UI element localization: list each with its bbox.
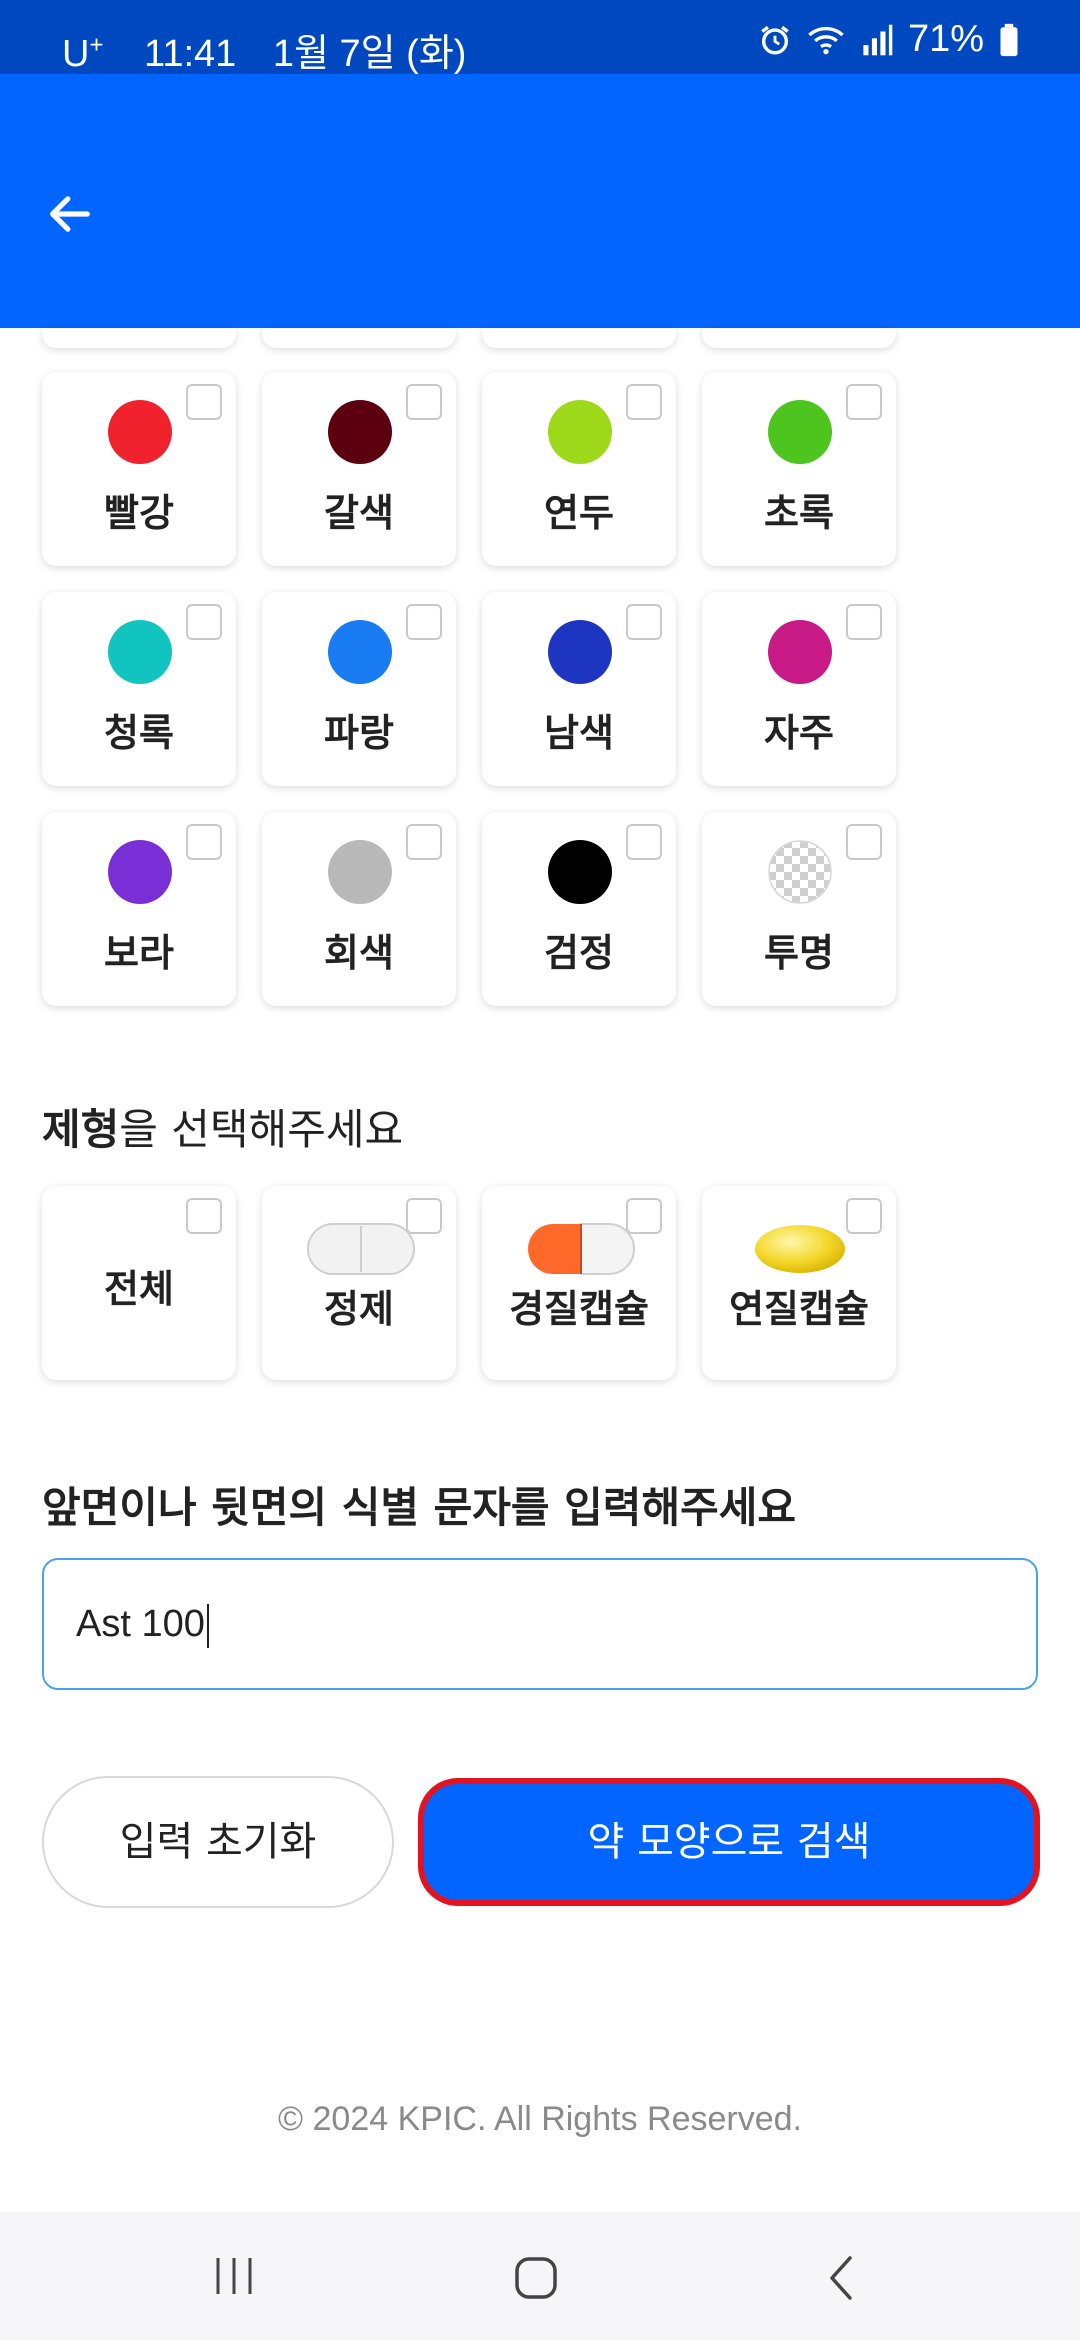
shape-label: 전체	[104, 1267, 174, 1311]
color-card-yellow-green[interactable]: 연두	[482, 372, 676, 566]
color-swatch	[548, 400, 612, 464]
color-card-black[interactable]: 검정	[482, 812, 676, 1006]
shape-label: 연질캡슐	[729, 1287, 869, 1331]
battery-icon	[1000, 23, 1018, 56]
color-card-partial[interactable]	[702, 328, 896, 348]
color-label: 초록	[764, 491, 834, 535]
color-swatch	[768, 400, 832, 464]
shape-card-all[interactable]: 전체	[42, 1186, 236, 1380]
status-time: 11:41	[144, 33, 237, 75]
color-card-red[interactable]: 빨강	[42, 372, 236, 566]
checkbox[interactable]	[846, 1198, 882, 1234]
checkbox[interactable]	[406, 604, 442, 640]
color-card-purple[interactable]: 보라	[42, 812, 236, 1006]
shape-card-soft-capsule[interactable]: 연질캡슐	[702, 1186, 896, 1380]
status-bar: U+ 11:41 1월 7일 (화) 71%	[0, 0, 1080, 77]
checkbox[interactable]	[186, 1198, 222, 1234]
shape-label: 경질캡슐	[509, 1287, 649, 1331]
mark-input[interactable]: Ast 100	[42, 1558, 1038, 1690]
color-swatch	[108, 840, 172, 904]
checkbox[interactable]	[846, 604, 882, 640]
color-label: 파랑	[324, 711, 394, 755]
color-swatch	[328, 620, 392, 684]
color-label: 회색	[324, 931, 394, 975]
alarm-icon	[761, 25, 789, 54]
checkbox[interactable]	[846, 824, 882, 860]
color-label: 청록	[104, 711, 174, 755]
tablet-icon	[307, 1223, 415, 1275]
color-label: 갈색	[324, 491, 394, 535]
color-card-brown[interactable]: 갈색	[262, 372, 456, 566]
hard-capsule-icon	[528, 1223, 635, 1275]
color-card-gray[interactable]: 회색	[262, 812, 456, 1006]
color-label: 자주	[764, 711, 834, 755]
shape-label: 정제	[324, 1287, 394, 1331]
text-caret	[206, 1603, 209, 1648]
checkbox[interactable]	[186, 824, 222, 860]
color-card-green[interactable]: 초록	[702, 372, 896, 566]
status-right: 71%	[758, 18, 1020, 61]
checkbox[interactable]	[846, 384, 882, 420]
color-swatch	[768, 620, 832, 684]
color-label: 투명	[764, 931, 834, 975]
color-card-partial[interactable]	[262, 328, 456, 348]
wifi-icon	[808, 26, 844, 54]
color-label: 보라	[104, 931, 174, 975]
status-date: 1월 7일 (화)	[272, 33, 467, 75]
shape-section-title: 제형을 선택해주세요	[42, 1105, 404, 1154]
color-swatch	[328, 840, 392, 904]
transparent-swatch-icon	[768, 840, 832, 904]
color-label: 빨강	[104, 491, 174, 535]
color-swatch	[108, 400, 172, 464]
color-swatch	[548, 840, 612, 904]
battery-percent: 71%	[907, 18, 984, 60]
color-card-partial[interactable]	[42, 328, 236, 348]
system-nav-bar	[0, 2212, 1080, 2340]
color-card-blue[interactable]: 파랑	[262, 592, 456, 786]
app-bar	[0, 74, 1080, 328]
arrow-left-icon[interactable]	[44, 188, 96, 240]
checkbox[interactable]	[186, 384, 222, 420]
home-icon[interactable]	[514, 2256, 558, 2300]
reset-button[interactable]: 입력 초기화	[42, 1776, 394, 1908]
soft-capsule-icon	[755, 1225, 845, 1273]
checkbox[interactable]	[626, 384, 662, 420]
checkbox[interactable]	[626, 604, 662, 640]
shape-card-tablet[interactable]: 정제	[262, 1186, 456, 1380]
back-nav-icon[interactable]	[822, 2254, 862, 2302]
color-swatch	[108, 620, 172, 684]
color-card-transparent[interactable]: 투명	[702, 812, 896, 1006]
color-card-partial[interactable]	[482, 328, 676, 348]
mark-section-title: 앞면이나 뒷면의 식별 문자를 입력해주세요	[42, 1483, 797, 1532]
checkbox[interactable]	[406, 384, 442, 420]
color-card-teal[interactable]: 청록	[42, 592, 236, 786]
signal-icon	[863, 24, 893, 55]
checkbox[interactable]	[626, 824, 662, 860]
color-card-magenta[interactable]: 자주	[702, 592, 896, 786]
shape-card-hard-capsule[interactable]: 경질캡슐	[482, 1186, 676, 1380]
recent-apps-icon[interactable]	[212, 2254, 256, 2298]
color-label: 연두	[544, 491, 614, 535]
color-label: 검정	[544, 931, 614, 975]
checkbox[interactable]	[406, 824, 442, 860]
color-swatch	[328, 400, 392, 464]
color-swatch	[548, 620, 612, 684]
color-label: 남색	[544, 711, 614, 755]
carrier-label: U+	[62, 31, 104, 75]
checkbox[interactable]	[186, 604, 222, 640]
copyright-footer: © 2024 KPIC. All Rights Reserved.	[278, 2100, 802, 2138]
search-by-shape-button[interactable]: 약 모양으로 검색	[418, 1778, 1040, 1906]
status-left: U+ 11:41 1월 7일 (화)	[62, 22, 466, 77]
color-card-navy[interactable]: 남색	[482, 592, 676, 786]
